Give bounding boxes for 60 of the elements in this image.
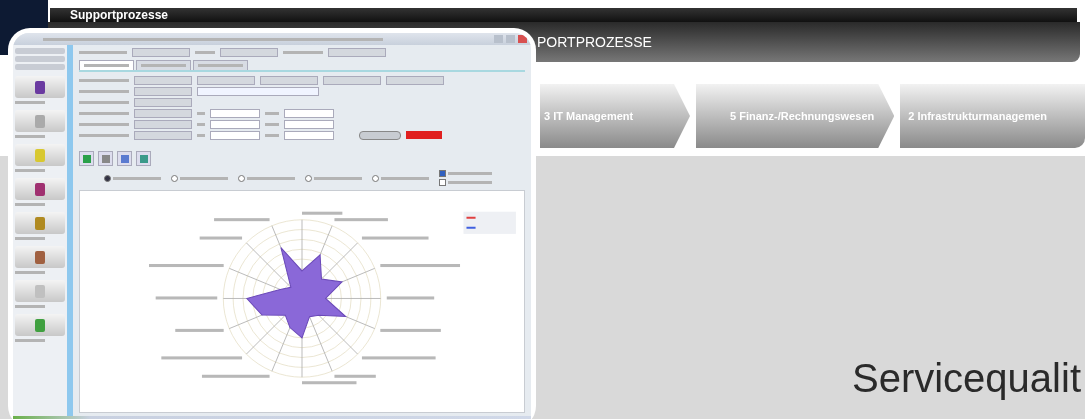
- blurred-label: [302, 381, 357, 385]
- blurred-label: [334, 374, 376, 378]
- tab[interactable]: [79, 60, 134, 70]
- module-icon[interactable]: [15, 178, 65, 200]
- process-step[interactable]: 2 Infrastrukturmanagemen: [900, 84, 1085, 148]
- blurred-label: [214, 218, 270, 222]
- color-swatch: [406, 131, 442, 139]
- dropdown-field[interactable]: [220, 47, 278, 57]
- dropdown-field[interactable]: [132, 47, 190, 57]
- chart-type-radio[interactable]: [104, 174, 161, 182]
- module-icon[interactable]: [15, 76, 65, 98]
- dropdown-field[interactable]: [197, 75, 255, 85]
- input-field[interactable]: [210, 108, 260, 118]
- chart-type-radio[interactable]: [171, 174, 228, 182]
- input-field[interactable]: [197, 86, 319, 96]
- input-field[interactable]: [210, 119, 260, 129]
- toolbar-icon[interactable]: [117, 151, 132, 166]
- blurred-label: [199, 236, 243, 240]
- dropdown-field[interactable]: [134, 130, 192, 140]
- chart-type-radio[interactable]: [238, 174, 295, 182]
- dropdown-field[interactable]: [134, 97, 192, 107]
- process-step[interactable]: 5 Finanz-/Rechnungswesen: [696, 84, 895, 148]
- module-icon[interactable]: [15, 246, 65, 268]
- input-field[interactable]: [284, 119, 334, 129]
- option-checkbox[interactable]: [439, 170, 492, 177]
- dropdown-field[interactable]: [386, 75, 444, 85]
- process-step[interactable]: 3 IT Management: [540, 84, 690, 148]
- input-field[interactable]: [284, 108, 334, 118]
- blurred-label: [175, 328, 224, 332]
- action-button[interactable]: [359, 130, 401, 140]
- blurred-label: [155, 296, 218, 300]
- module-icon[interactable]: [15, 314, 65, 336]
- headline: Servicequalit: [852, 355, 1081, 402]
- blurred-label: [334, 218, 388, 222]
- blurred-label: [361, 236, 429, 240]
- section-title: Supportprozesse: [70, 8, 168, 22]
- tab[interactable]: [193, 60, 248, 70]
- dropdown-field[interactable]: [260, 75, 318, 85]
- chart-legend: [463, 211, 516, 234]
- dropdown-field[interactable]: [328, 47, 386, 57]
- dropdown-field[interactable]: [323, 75, 381, 85]
- module-icon[interactable]: [15, 212, 65, 234]
- close-icon[interactable]: [518, 35, 527, 43]
- toolbar-icon[interactable]: [136, 151, 151, 166]
- chart-type-radio[interactable]: [372, 174, 429, 182]
- blurred-label: [386, 296, 435, 300]
- dropdown-field[interactable]: [134, 86, 192, 96]
- blurred-label: [302, 211, 343, 215]
- option-checkbox[interactable]: [439, 179, 492, 186]
- toolbar-icon[interactable]: [98, 151, 113, 166]
- tab[interactable]: [136, 60, 191, 70]
- dropdown-field[interactable]: [134, 75, 192, 85]
- chart-type-radio[interactable]: [305, 174, 362, 182]
- blurred-label: [201, 374, 270, 378]
- header-title: PORTPROZESSE: [537, 34, 652, 50]
- dropdown-field[interactable]: [134, 108, 192, 118]
- input-field[interactable]: [284, 130, 334, 140]
- blurred-label: [380, 328, 441, 332]
- input-field[interactable]: [210, 130, 260, 140]
- dropdown-field[interactable]: [134, 119, 192, 129]
